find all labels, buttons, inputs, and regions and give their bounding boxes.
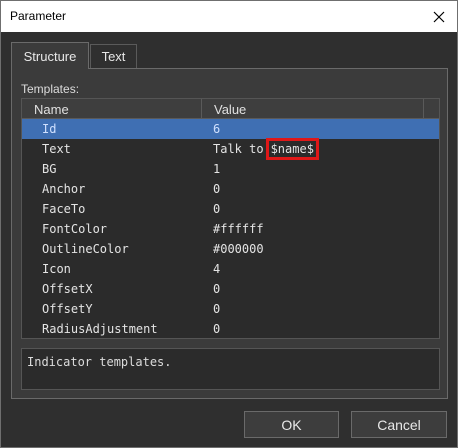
- row-value[interactable]: 0: [213, 299, 220, 319]
- window-title: Parameter: [10, 9, 67, 23]
- table-row[interactable]: BG 1: [22, 159, 439, 179]
- row-value[interactable]: Talk to $name$: [213, 138, 319, 160]
- cancel-button[interactable]: Cancel: [351, 411, 447, 438]
- row-name: OffsetX: [42, 282, 93, 296]
- row-value[interactable]: 0: [213, 199, 220, 219]
- table-row[interactable]: Anchor 0: [22, 179, 439, 199]
- table-row[interactable]: Icon 4: [22, 259, 439, 279]
- column-header-value[interactable]: Value: [202, 99, 424, 119]
- row-name: Icon: [42, 262, 71, 276]
- parameter-dialog: Parameter Structure Text Templates: Name…: [0, 0, 458, 448]
- templates-grid[interactable]: Name Value Id 6 Text Talk to $name$ BG 1 Anchor…: [21, 98, 440, 339]
- row-value-text: 0: [213, 302, 221, 316]
- close-button[interactable]: [421, 1, 457, 32]
- row-value-text: 6: [213, 122, 221, 136]
- row-value-text: 4: [213, 262, 221, 276]
- column-header-name[interactable]: Name: [22, 99, 202, 119]
- row-value[interactable]: #ffffff: [213, 219, 264, 239]
- row-name: RadiusAdjustment: [42, 322, 158, 336]
- row-name: BG: [42, 162, 57, 176]
- table-row[interactable]: FaceTo 0: [22, 199, 439, 219]
- row-value-text: 1: [213, 162, 221, 176]
- row-value-text: 0: [213, 322, 221, 336]
- row-value[interactable]: 0: [213, 179, 220, 199]
- row-name: FontColor: [42, 222, 108, 236]
- row-value-text: 0: [213, 202, 221, 216]
- row-value[interactable]: 1: [213, 159, 220, 179]
- title-bar: Parameter: [1, 1, 457, 32]
- row-value-text: 0: [213, 182, 221, 196]
- table-row[interactable]: RadiusAdjustment 0: [22, 319, 439, 339]
- table-row[interactable]: OffsetY 0: [22, 299, 439, 319]
- row-value[interactable]: 6: [213, 119, 220, 139]
- description-text: Indicator templates.: [27, 355, 172, 369]
- row-name: Anchor: [42, 182, 86, 196]
- tab-structure[interactable]: Structure: [11, 42, 89, 69]
- row-name: OffsetY: [42, 302, 93, 316]
- grid-header: Name Value: [22, 99, 439, 119]
- row-value[interactable]: #000000: [213, 239, 264, 259]
- row-value[interactable]: 0: [213, 319, 220, 339]
- table-row[interactable]: Text Talk to $name$: [22, 138, 439, 160]
- highlighted-variable: $name$: [265, 138, 319, 160]
- close-icon: [433, 11, 445, 22]
- structure-panel: Templates: Name Value Id 6 Text Talk to $nam…: [11, 68, 448, 399]
- row-name: OutlineColor: [42, 242, 129, 256]
- row-name: Text: [42, 142, 71, 156]
- description-box: Indicator templates.: [21, 348, 440, 390]
- row-value-text: #000000: [213, 242, 264, 256]
- row-name: Id: [42, 122, 57, 136]
- table-row[interactable]: OffsetX 0: [22, 279, 439, 299]
- row-value[interactable]: 4: [213, 259, 220, 279]
- row-value[interactable]: 0: [213, 279, 220, 299]
- table-row[interactable]: FontColor #ffffff: [22, 219, 439, 239]
- table-row[interactable]: OutlineColor #000000: [22, 239, 439, 259]
- row-value-text: #ffffff: [213, 222, 264, 236]
- templates-label: Templates:: [21, 82, 80, 96]
- row-value-text: 0: [213, 282, 221, 296]
- row-value-text: Talk to: [213, 142, 264, 156]
- tab-text[interactable]: Text: [90, 44, 137, 68]
- table-row[interactable]: Id 6: [22, 119, 439, 139]
- row-name: FaceTo: [42, 202, 86, 216]
- ok-button[interactable]: OK: [244, 411, 339, 438]
- grid-rows: Id 6 Text Talk to $name$ BG 1 Anchor 0 FaceTo 0 Fon…: [22, 119, 439, 339]
